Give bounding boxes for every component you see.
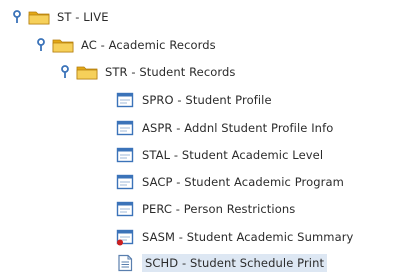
form-window-icon bbox=[116, 119, 134, 137]
tree-leaf-label[interactable]: SCHD - Student Schedule Print bbox=[142, 254, 328, 272]
tree-leaf-sasm[interactable]: SASM - Student Academic Summary bbox=[116, 227, 353, 247]
tree-leaf-label[interactable]: SASM - Student Academic Summary bbox=[142, 230, 353, 244]
tree-leaf-label[interactable]: ASPR - Addnl Student Profile Info bbox=[142, 121, 333, 135]
navigation-tree: ST - LIVE AC - Academic Records STR - St… bbox=[0, 0, 399, 274]
tree-leaf-schd-selected[interactable]: SCHD - Student Schedule Print bbox=[116, 253, 328, 273]
tree-node-label[interactable]: STR - Student Records bbox=[105, 65, 236, 79]
report-page-icon bbox=[116, 254, 134, 272]
tree-leaf-sacp[interactable]: SACP - Student Academic Program bbox=[116, 172, 344, 192]
tree-node-st-live[interactable]: ST - LIVE bbox=[12, 7, 109, 27]
expanded-pin-icon[interactable] bbox=[36, 38, 46, 52]
tree-leaf-stal[interactable]: STAL - Student Academic Level bbox=[116, 145, 323, 165]
tree-leaf-label[interactable]: PERC - Person Restrictions bbox=[142, 202, 295, 216]
folder-icon bbox=[52, 37, 74, 53]
tree-node-student-records[interactable]: STR - Student Records bbox=[60, 62, 236, 82]
tree-node-academic-records[interactable]: AC - Academic Records bbox=[36, 35, 216, 55]
form-window-icon bbox=[116, 200, 134, 218]
form-window-icon bbox=[116, 91, 134, 109]
tree-leaf-label[interactable]: SPRO - Student Profile bbox=[142, 93, 272, 107]
form-window-icon bbox=[116, 173, 134, 191]
tree-leaf-spro[interactable]: SPRO - Student Profile bbox=[116, 90, 272, 110]
tree-leaf-label[interactable]: STAL - Student Academic Level bbox=[142, 148, 323, 162]
form-window-icon bbox=[116, 146, 134, 164]
form-window-flagged-icon bbox=[116, 228, 134, 246]
tree-node-label[interactable]: AC - Academic Records bbox=[81, 38, 216, 52]
folder-icon bbox=[76, 64, 98, 80]
expanded-pin-icon[interactable] bbox=[60, 65, 70, 79]
folder-icon bbox=[28, 9, 50, 25]
expanded-pin-icon[interactable] bbox=[12, 10, 22, 24]
tree-node-label[interactable]: ST - LIVE bbox=[57, 10, 109, 24]
tree-leaf-aspr[interactable]: ASPR - Addnl Student Profile Info bbox=[116, 118, 333, 138]
tree-leaf-perc[interactable]: PERC - Person Restrictions bbox=[116, 199, 295, 219]
tree-leaf-label[interactable]: SACP - Student Academic Program bbox=[142, 175, 344, 189]
